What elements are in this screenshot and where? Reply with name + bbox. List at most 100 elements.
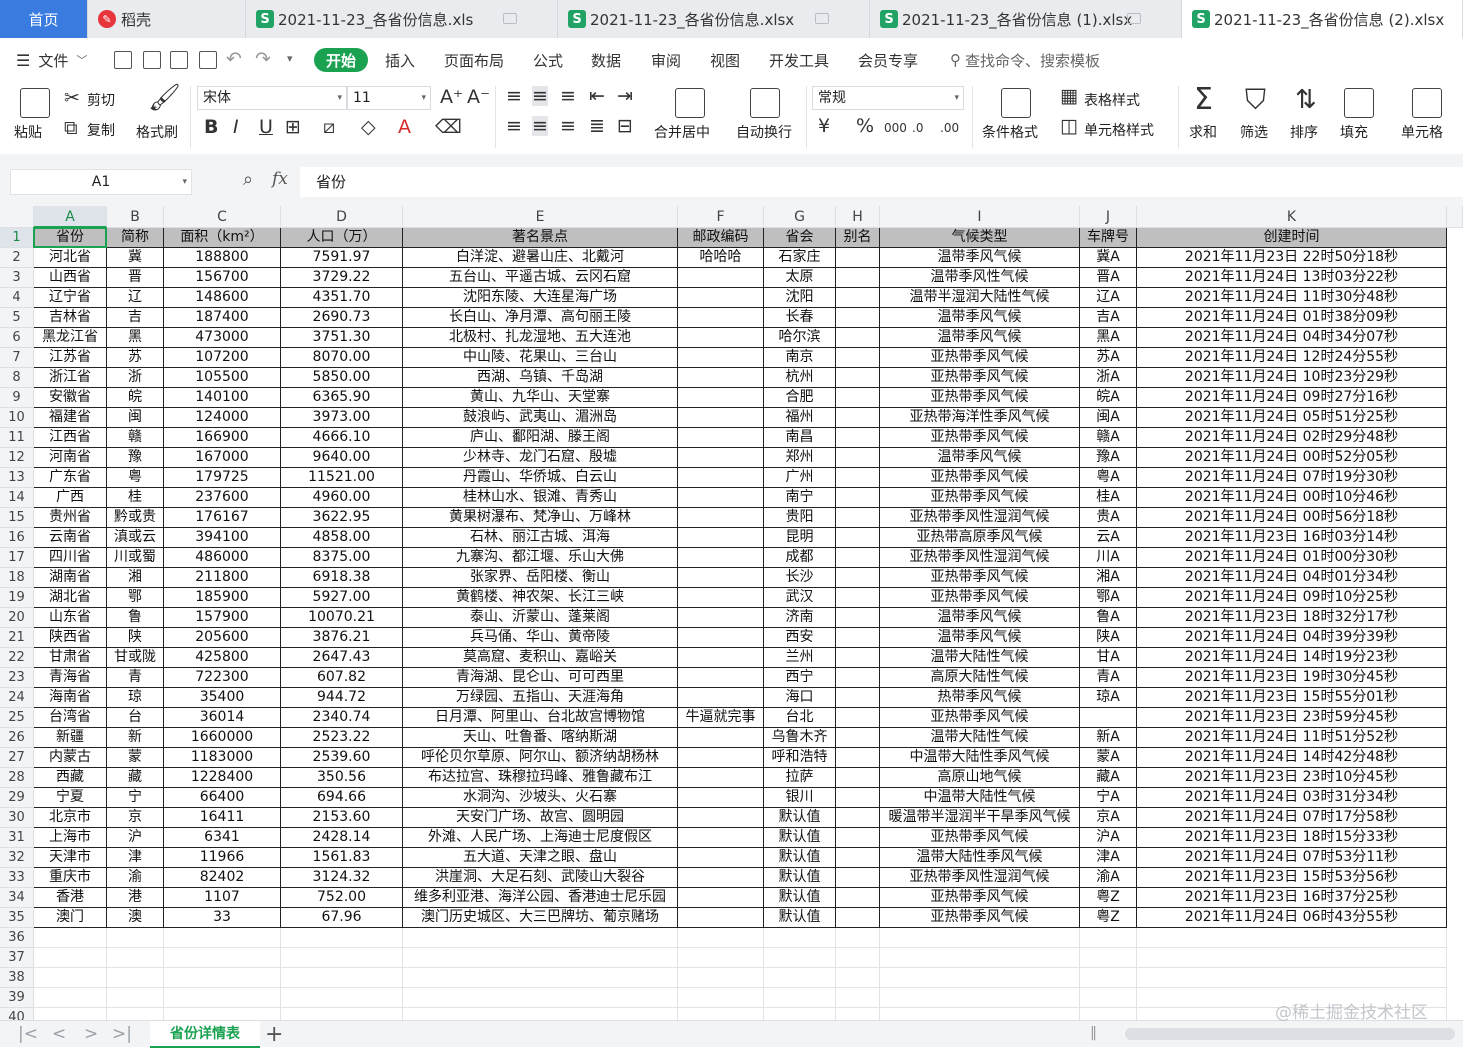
align-top-icon[interactable]: ≡ xyxy=(506,86,522,106)
menu-tab-developer[interactable]: 开发工具 xyxy=(769,48,829,72)
table-cell[interactable]: 82402 xyxy=(164,868,281,888)
table-cell[interactable]: 425800 xyxy=(164,648,281,668)
cut-button[interactable]: 剪切 xyxy=(87,90,115,110)
table-cell[interactable]: 2021年11月23日 23时59分45秒 xyxy=(1137,708,1447,728)
decrease-font-icon[interactable]: A⁻ xyxy=(467,87,490,107)
table-cell[interactable]: 湘A xyxy=(1080,568,1137,588)
currency-icon[interactable]: ¥ xyxy=(818,116,830,136)
table-cell[interactable]: 鲁 xyxy=(107,608,164,628)
table-cell[interactable]: 237600 xyxy=(164,488,281,508)
table-cell[interactable]: 2021年11月24日 11时51分52秒 xyxy=(1137,728,1447,748)
empty-cell[interactable] xyxy=(880,988,1080,1008)
row-header[interactable]: 33 xyxy=(0,868,34,888)
table-cell[interactable]: 辽宁省 xyxy=(34,288,107,308)
table-cell[interactable]: 五大道、天津之眼、盘山 xyxy=(403,848,678,868)
table-cell[interactable]: 2021年11月24日 00时10分46秒 xyxy=(1137,488,1447,508)
table-cell[interactable] xyxy=(678,528,764,548)
table-cell[interactable]: 黑龙江省 xyxy=(34,328,107,348)
table-cell[interactable]: 350.56 xyxy=(281,768,403,788)
table-cell[interactable]: 武汉 xyxy=(764,588,836,608)
table-cell[interactable]: 黄山、九华山、天堂寨 xyxy=(403,388,678,408)
table-cell[interactable]: 2021年11月24日 13时03分22秒 xyxy=(1137,268,1447,288)
table-cell[interactable]: 2021年11月24日 00时52分05秒 xyxy=(1137,448,1447,468)
indent-decrease-icon[interactable]: ⇤ xyxy=(589,86,605,106)
table-cell[interactable] xyxy=(836,348,880,368)
table-cell[interactable]: 167000 xyxy=(164,448,281,468)
header-cell-col-c[interactable]: 面积（km²） xyxy=(164,228,281,248)
table-cell[interactable]: 鼓浪屿、武夷山、湄洲岛 xyxy=(403,408,678,428)
align-center-icon[interactable]: ≡ xyxy=(532,116,548,136)
table-cell[interactable] xyxy=(678,568,764,588)
table-cell[interactable] xyxy=(678,588,764,608)
table-cell[interactable]: 热带季风气候 xyxy=(880,688,1080,708)
table-cell[interactable]: 浙 xyxy=(107,368,164,388)
table-cell[interactable]: 默认值 xyxy=(764,848,836,868)
table-cell[interactable]: 2021年11月24日 02时29分48秒 xyxy=(1137,428,1447,448)
empty-cell[interactable] xyxy=(164,968,281,988)
table-cell[interactable]: 新 xyxy=(107,728,164,748)
table-cell[interactable]: 67.96 xyxy=(281,908,403,928)
table-cell[interactable]: 沪A xyxy=(1080,828,1137,848)
table-cell[interactable] xyxy=(678,668,764,688)
empty-cell[interactable] xyxy=(281,948,403,968)
row-header[interactable]: 10 xyxy=(0,408,34,428)
table-cell[interactable]: 2021年11月24日 12时24分55秒 xyxy=(1137,348,1447,368)
table-cell[interactable]: 211800 xyxy=(164,568,281,588)
table-cell[interactable]: 2021年11月23日 15时55分01秒 xyxy=(1137,688,1447,708)
table-cell[interactable]: 10070.21 xyxy=(281,608,403,628)
table-cell[interactable]: 温带季风气候 xyxy=(880,448,1080,468)
row-header[interactable]: 1 xyxy=(0,228,34,248)
table-cell[interactable]: 台 xyxy=(107,708,164,728)
number-format-select[interactable]: 常规 ▾ xyxy=(812,86,964,110)
clear-format-icon[interactable]: ⌫ xyxy=(435,117,462,137)
table-cell[interactable]: 港 xyxy=(107,888,164,908)
menu-tab-data[interactable]: 数据 xyxy=(591,48,621,72)
table-cell[interactable]: 亚热带季风气候 xyxy=(880,588,1080,608)
table-cell[interactable]: 暖温带半湿润半干旱季风气候 xyxy=(880,808,1080,828)
column-header-i[interactable]: I xyxy=(880,206,1080,228)
empty-cell[interactable] xyxy=(1080,968,1137,988)
table-cell[interactable]: 哈哈哈 xyxy=(678,248,764,268)
table-cell[interactable]: 16411 xyxy=(164,808,281,828)
table-cell[interactable]: 京A xyxy=(1080,808,1137,828)
table-cell[interactable]: 温带大陆性季风气候 xyxy=(880,848,1080,868)
table-cell[interactable]: 2021年11月24日 11时30分48秒 xyxy=(1137,288,1447,308)
table-cell[interactable]: 新A xyxy=(1080,728,1137,748)
table-cell[interactable]: 南宁 xyxy=(764,488,836,508)
table-cell[interactable] xyxy=(678,428,764,448)
empty-cell[interactable] xyxy=(836,988,880,1008)
table-cell[interactable]: 白洋淀、避暑山庄、北戴河 xyxy=(403,248,678,268)
table-cell[interactable]: 吉 xyxy=(107,308,164,328)
table-cell[interactable]: 青A xyxy=(1080,668,1137,688)
table-cell[interactable]: 温带季风气候 xyxy=(880,608,1080,628)
table-cell[interactable]: 贵州省 xyxy=(34,508,107,528)
table-cell[interactable]: 2021年11月23日 15时53分56秒 xyxy=(1137,868,1447,888)
table-cell[interactable]: 2021年11月23日 18时15分33秒 xyxy=(1137,828,1447,848)
table-cell[interactable]: 长白山、净月潭、高句丽王陵 xyxy=(403,308,678,328)
table-cell[interactable]: 2021年11月23日 16时03分14秒 xyxy=(1137,528,1447,548)
empty-cell[interactable] xyxy=(34,1008,107,1020)
table-cell[interactable]: 甘肃省 xyxy=(34,648,107,668)
column-header-h[interactable]: H xyxy=(836,206,880,228)
table-cell[interactable] xyxy=(836,508,880,528)
table-cell[interactable]: 2021年11月24日 01时38分09秒 xyxy=(1137,308,1447,328)
menu-tab-view[interactable]: 视图 xyxy=(710,48,740,72)
column-header-c[interactable]: C xyxy=(164,206,281,228)
table-cell[interactable]: 1660000 xyxy=(164,728,281,748)
increase-decimal-icon[interactable]: .0 xyxy=(912,118,923,138)
table-cell[interactable]: 宁A xyxy=(1080,788,1137,808)
table-cell[interactable] xyxy=(836,788,880,808)
row-header[interactable]: 5 xyxy=(0,308,34,328)
empty-cell[interactable] xyxy=(107,928,164,948)
table-cell[interactable]: 西安 xyxy=(764,628,836,648)
row-header[interactable]: 15 xyxy=(0,508,34,528)
fill-pattern-icon[interactable]: ⧄ xyxy=(323,117,335,137)
empty-cell[interactable] xyxy=(281,968,403,988)
align-right-icon[interactable]: ≡ xyxy=(560,116,576,136)
table-cell[interactable]: 澳门历史城区、大三巴牌坊、葡京赌场 xyxy=(403,908,678,928)
table-cell[interactable]: 185900 xyxy=(164,588,281,608)
row-header[interactable]: 37 xyxy=(0,948,34,968)
select-all-corner[interactable] xyxy=(0,206,34,228)
table-cell[interactable]: 140100 xyxy=(164,388,281,408)
wrap-text-button[interactable]: 自动换行 xyxy=(736,122,792,142)
